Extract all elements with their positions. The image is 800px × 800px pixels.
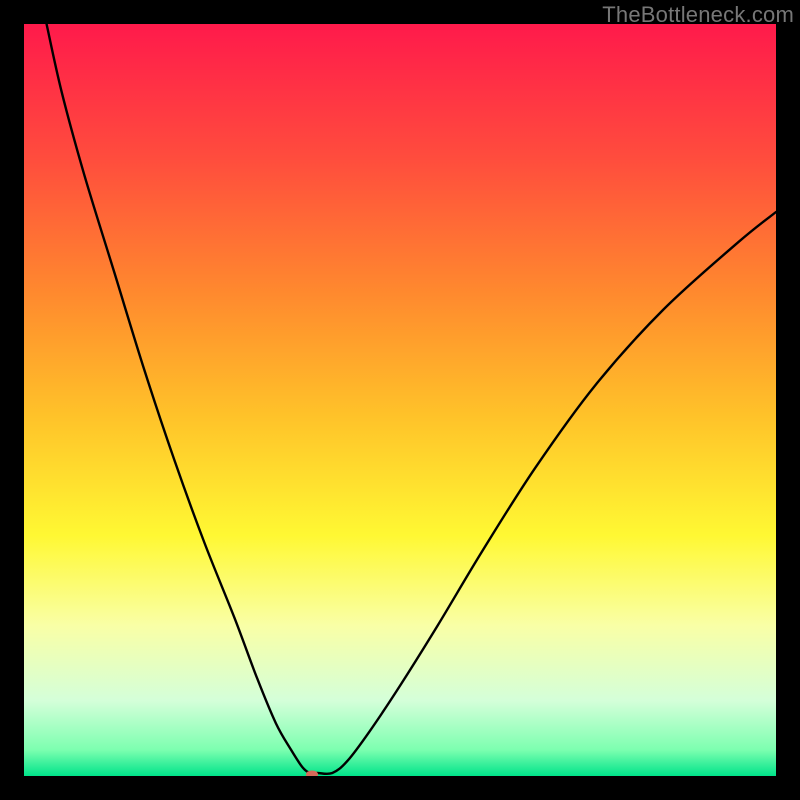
gradient-background	[24, 24, 776, 776]
watermark-text: TheBottleneck.com	[602, 2, 794, 28]
bottleneck-chart-svg	[24, 24, 776, 776]
chart-frame	[24, 24, 776, 776]
